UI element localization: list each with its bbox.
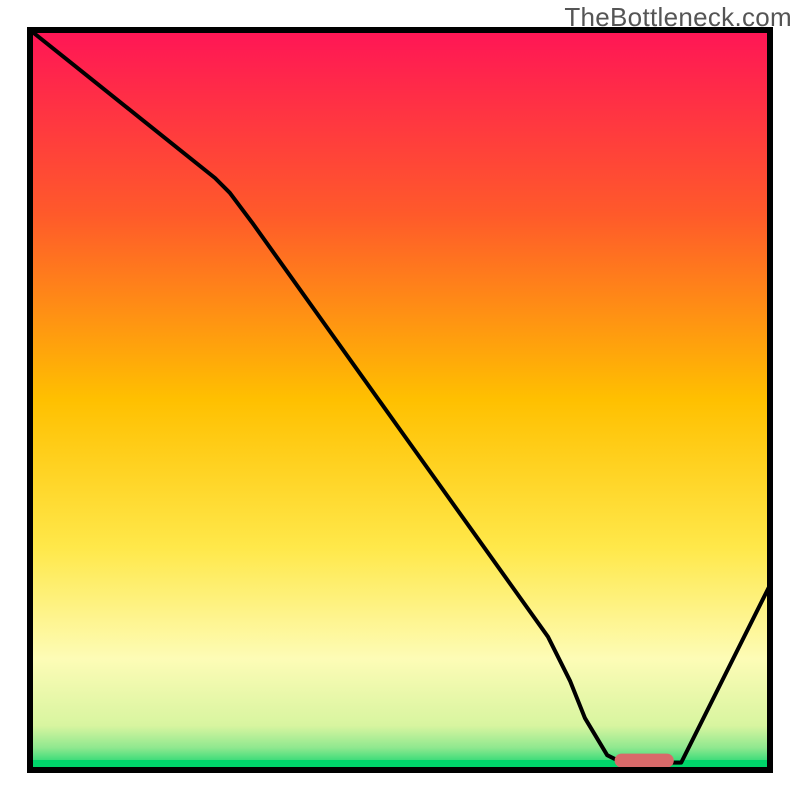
watermark-text: TheBottleneck.com [564, 2, 792, 33]
optimal-range-marker [615, 754, 674, 768]
gradient-background [30, 30, 770, 770]
bottleneck-chart [0, 0, 800, 800]
